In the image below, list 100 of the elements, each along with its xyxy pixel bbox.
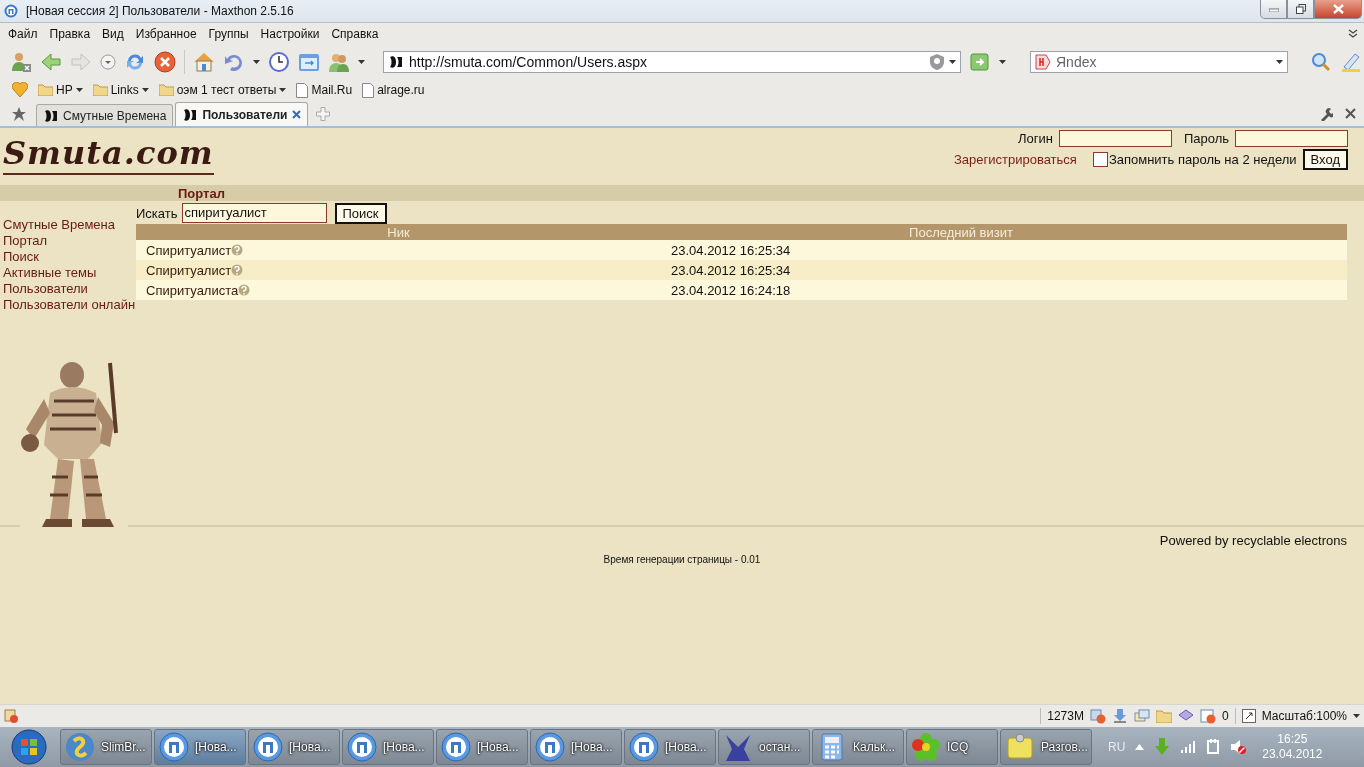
tray-arrow-icon[interactable] [1135, 744, 1145, 750]
menu-item[interactable]: Настройки [254, 27, 326, 41]
clock-time: 16:25 [1277, 732, 1308, 747]
close-icon [1332, 4, 1344, 14]
search-icon[interactable] [1310, 50, 1332, 73]
remember-label: Запомнить пароль на 2 недели [1108, 152, 1297, 167]
section-title: Портал [178, 185, 225, 201]
go-icon[interactable] [969, 50, 991, 73]
bookmark-link[interactable]: alrage.ru [377, 83, 425, 97]
memory-usage: 1273M [1047, 709, 1084, 723]
powered-text: Powered by recyclable electrons [1159, 533, 1347, 548]
caret-icon[interactable] [1276, 59, 1283, 64]
browser-icon [253, 732, 283, 762]
user-link[interactable]: Спиритуалиста [146, 282, 239, 298]
search-input[interactable]: спиритуалист [181, 203, 327, 223]
minimize-icon [1268, 6, 1279, 12]
dropdown-circle-icon[interactable] [100, 53, 116, 70]
nav-link[interactable]: Поиск [3, 249, 136, 265]
security-shield-icon[interactable] [930, 53, 944, 70]
password-field[interactable] [1235, 130, 1348, 147]
bookmark-link[interactable]: Mail.Ru [311, 83, 353, 97]
download-icon[interactable] [1111, 708, 1128, 724]
register-link[interactable]: Зарегистрироваться [953, 152, 1077, 167]
blocked-count: 0 [1221, 709, 1229, 723]
site-logo: Smuta.com [3, 133, 214, 175]
bookmark-folder[interactable]: Links [110, 83, 139, 97]
site-logo-icon [43, 108, 59, 123]
caret-icon[interactable] [75, 88, 83, 92]
menu-item[interactable]: Группы [202, 27, 255, 41]
search-button[interactable]: Поиск [334, 202, 387, 224]
window-title: [Новая сессия 2] Пользователи - Maxthon 2.5.16 [26, 4, 295, 18]
menu-item[interactable]: Правка [43, 27, 97, 41]
caret-icon[interactable] [141, 88, 149, 92]
browser-icon [441, 732, 471, 762]
muted-speaker-icon[interactable] [1230, 739, 1247, 755]
browser-icon [159, 732, 189, 762]
nav-link[interactable]: Пользователи онлайн [3, 297, 136, 313]
help-icon[interactable] [231, 264, 244, 276]
user-link[interactable]: Спиритуалист [146, 242, 232, 258]
site-logo-icon [182, 107, 199, 122]
nav-link[interactable]: Смутные Времена [3, 217, 136, 233]
blocked-icon[interactable] [1199, 708, 1216, 724]
menu-item[interactable]: Справка [325, 27, 385, 41]
close-tab-icon[interactable] [291, 110, 301, 119]
popup-block-icon[interactable] [1089, 708, 1106, 724]
menu-item[interactable]: Избранное [129, 27, 203, 41]
login-field[interactable] [1058, 130, 1172, 147]
globe-icon [65, 732, 95, 762]
caret-icon[interactable] [949, 59, 956, 64]
caret-icon[interactable] [279, 88, 287, 92]
home-icon[interactable] [193, 50, 215, 73]
clock-icon[interactable] [268, 50, 290, 73]
login-button[interactable]: Вход [1302, 149, 1348, 170]
menu-item[interactable]: Файл [2, 27, 44, 41]
search-label: Искать [136, 205, 178, 221]
note-icon [1005, 732, 1035, 762]
wrench-icon[interactable] [1320, 107, 1333, 121]
nav-link[interactable]: Портал [3, 233, 136, 249]
double-chevron-icon[interactable] [1348, 29, 1358, 39]
help-icon[interactable] [238, 284, 251, 296]
site-logo-icon [388, 54, 404, 69]
checkbox[interactable] [1092, 152, 1108, 167]
visit-time: 23.04.2012 16:25:34 [661, 240, 1347, 260]
generation-time: Время генерации страницы - 0.01 [603, 554, 761, 565]
nav-link[interactable]: Активные темы [3, 265, 136, 281]
user-link[interactable]: Спиритуалист [146, 262, 232, 278]
menu-item[interactable]: Вид [96, 27, 130, 41]
browser-tab[interactable]: Пользователи [175, 102, 308, 126]
users-icon[interactable] [10, 50, 32, 73]
figure-icon [723, 732, 753, 762]
script-error-icon[interactable] [4, 709, 18, 723]
heart-icon[interactable] [12, 82, 28, 98]
page-icon [362, 82, 375, 98]
folder-icon[interactable] [1155, 709, 1172, 723]
windows-icon[interactable] [1133, 708, 1150, 724]
folder-icon [158, 84, 174, 96]
bookmark-folder[interactable]: HP [56, 83, 73, 97]
search-engine-icon[interactable] [1035, 53, 1051, 70]
browser-icon [347, 732, 377, 762]
windows-logo-icon [11, 729, 47, 765]
back-arrow-icon[interactable] [40, 50, 62, 73]
close-button[interactable] [1314, 0, 1362, 19]
new-tab-icon[interactable] [315, 107, 330, 121]
restore-icon [1295, 4, 1306, 14]
star-icon[interactable] [12, 107, 26, 121]
bookmark-folder[interactable]: оэм 1 тест ответы [176, 83, 277, 97]
caret-icon[interactable] [358, 59, 365, 64]
column-header: Ник [136, 224, 661, 240]
zoom-icon[interactable] [1241, 709, 1256, 723]
caret-icon[interactable] [1353, 714, 1360, 718]
browser-tab[interactable]: Смутные Времена [36, 104, 174, 126]
caret-icon[interactable] [253, 59, 260, 64]
help-icon[interactable] [231, 244, 244, 256]
close-icon[interactable] [1345, 107, 1356, 119]
restore-button[interactable] [1287, 0, 1314, 19]
zoom-level[interactable]: Масштаб:100% [1261, 709, 1347, 723]
stop-icon[interactable] [154, 50, 176, 73]
caret-icon[interactable] [999, 59, 1006, 64]
signal-icon[interactable] [1180, 740, 1197, 754]
nav-link[interactable]: Пользователи [3, 281, 136, 297]
